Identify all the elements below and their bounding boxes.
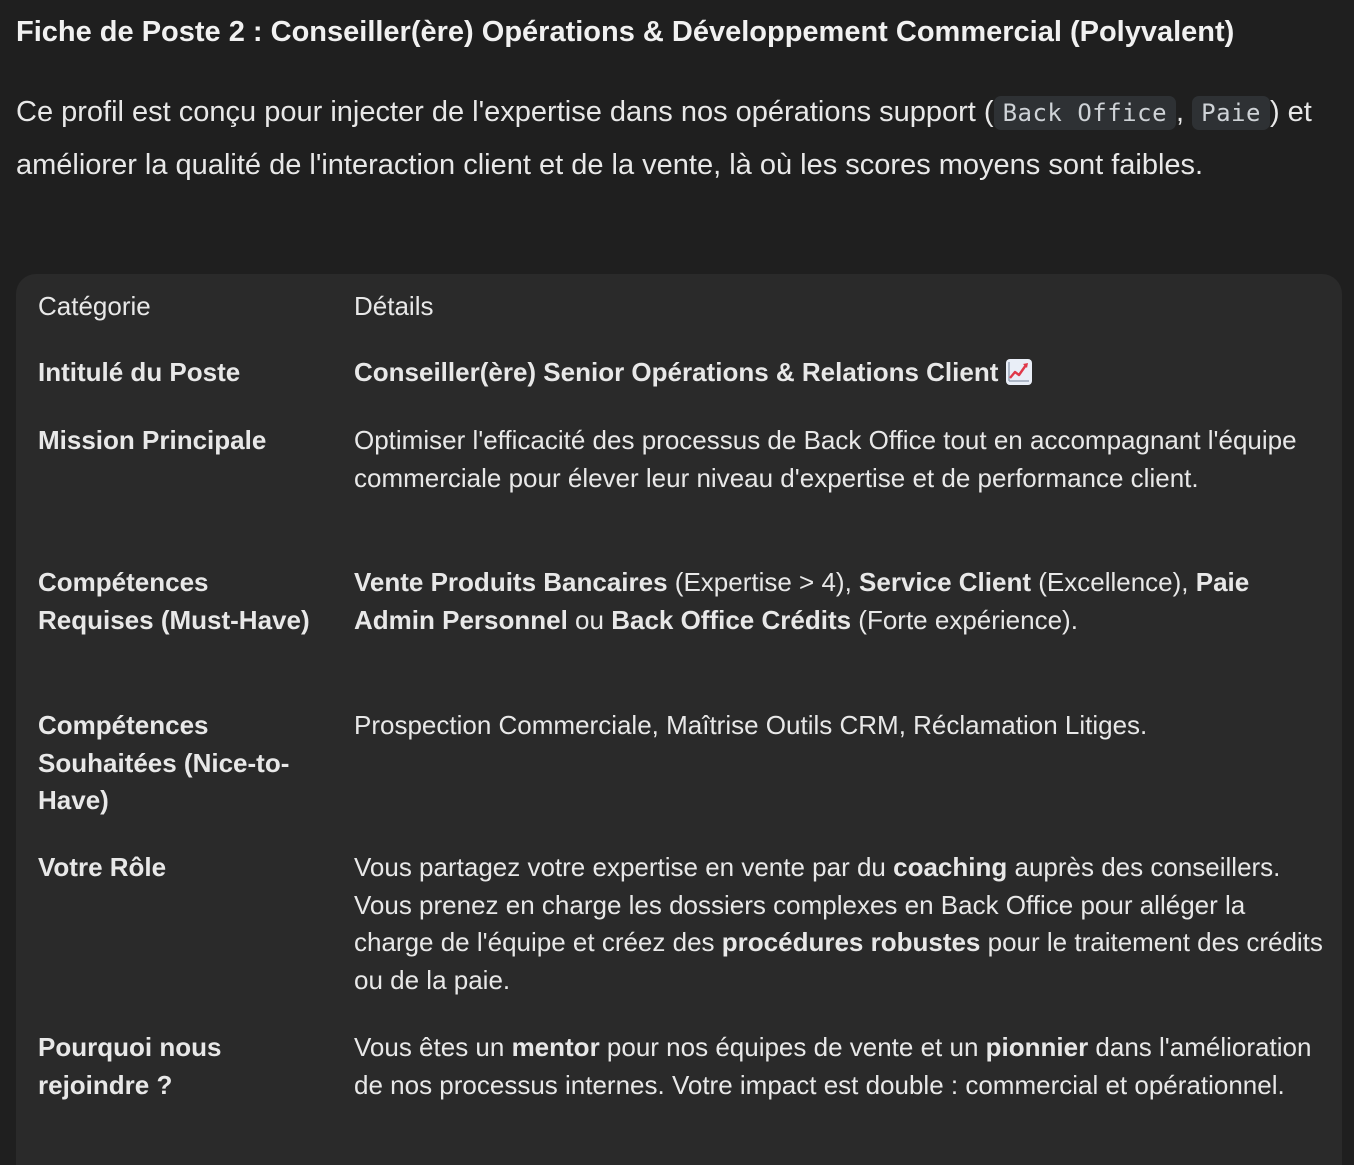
intro-text: Ce profil est conçu pour injecter de l'e… <box>16 96 994 128</box>
inline-code-back-office: Back Office <box>993 96 1177 130</box>
table-row: Votre Rôle Vous partagez votre expertise… <box>38 849 1328 1029</box>
row-details: Vous êtes un mentor pour nos équipes de … <box>354 1029 1328 1159</box>
chart-increasing-icon <box>1006 359 1033 385</box>
detail-text: (Excellence), <box>1031 567 1196 597</box>
intro-paragraph: Ce profil est conçu pour injecter de l'e… <box>16 86 1326 191</box>
bold-text: procédures robustes <box>721 927 981 957</box>
job-table-card: Catégorie Détails Intitulé du Poste Cons… <box>16 274 1342 1165</box>
row-details: Vous partagez votre expertise en vente p… <box>354 849 1328 1029</box>
table-row: Compétences Requises (Must-Have) Vente P… <box>38 564 1328 707</box>
row-category: Compétences Souhaitées (Nice-to-Have) <box>38 710 290 815</box>
column-header-details: Détails <box>354 291 434 321</box>
row-details: Prospection Commerciale, Maîtrise Outils… <box>354 710 1148 740</box>
bold-text: coaching <box>893 852 1008 882</box>
bold-text: Vente Produits Bancaires <box>354 567 668 597</box>
bold-text: mentor <box>511 1032 600 1062</box>
bold-text: Conseiller(ère) Senior Opérations & Rela… <box>354 357 999 387</box>
detail-text: (Forte expérience). <box>851 604 1078 635</box>
row-category: Intitulé du Poste <box>38 357 241 387</box>
row-category: Votre Rôle <box>38 852 167 882</box>
table-row: Mission Principale Optimiser l'efficacit… <box>38 422 1328 564</box>
intro-text: , <box>1176 96 1193 128</box>
detail-text: (Expertise > 4), <box>667 567 860 597</box>
detail-text: pour nos équipes de vente et un <box>599 1032 986 1062</box>
detail-text: ou <box>567 604 612 635</box>
column-header-category: Catégorie <box>38 291 151 321</box>
bold-text: pionnier <box>985 1032 1089 1062</box>
bold-text: Service Client <box>859 567 1032 597</box>
row-details: Conseiller(ère) Senior Opérations & Rela… <box>354 354 1328 422</box>
table-row: Compétences Souhaitées (Nice-to-Have) Pr… <box>38 707 1328 849</box>
row-category: Mission Principale <box>38 425 267 455</box>
bold-text: Back Office Crédits <box>611 604 852 635</box>
table-row: Intitulé du Poste Conseiller(ère) Senior… <box>38 354 1328 422</box>
table-row: Pourquoi nous rejoindre ? Vous êtes un m… <box>38 1029 1328 1159</box>
detail-text: Vous êtes un <box>354 1032 512 1062</box>
row-category: Compétences Requises (Must-Have) <box>38 567 310 635</box>
row-category: Pourquoi nous rejoindre ? <box>38 1032 222 1100</box>
inline-code-paie: Paie <box>1192 96 1270 130</box>
row-details: Vente Produits Bancaires (Expertise > 4)… <box>354 564 1328 707</box>
job-details-table: Catégorie Détails Intitulé du Poste Cons… <box>38 288 1328 1159</box>
detail-text: Vous partagez votre expertise en vente p… <box>354 852 894 882</box>
section-heading: Fiche de Poste 2 : Conseiller(ère) Opéra… <box>16 16 1235 48</box>
table-header-row: Catégorie Détails <box>38 288 1328 354</box>
row-details: Optimiser l'efficacité des processus de … <box>354 425 1297 493</box>
